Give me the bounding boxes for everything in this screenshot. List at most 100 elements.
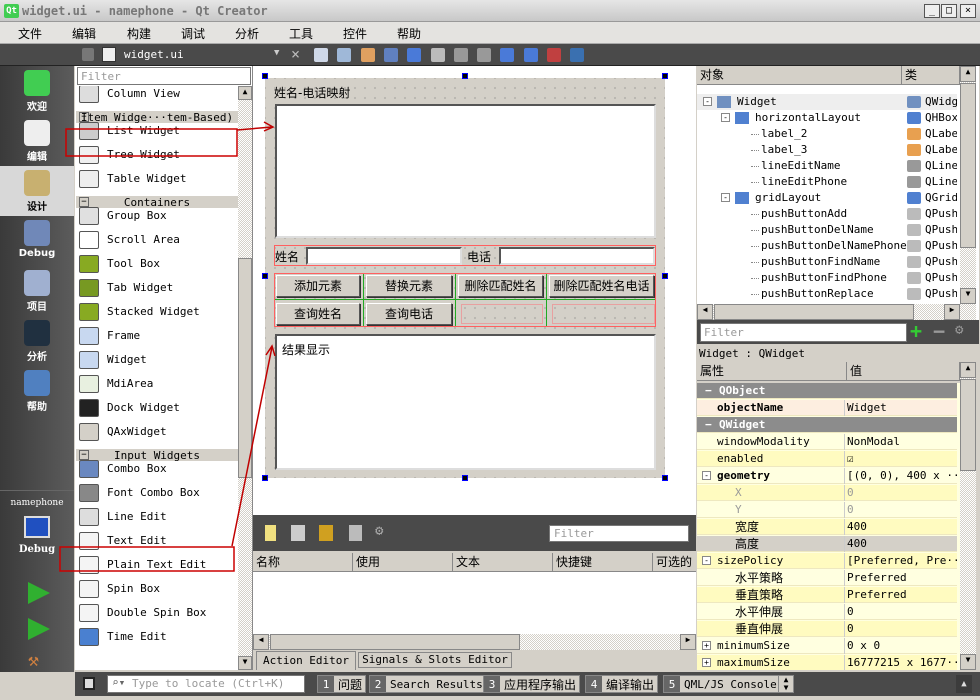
menu-item[interactable]: 分析 bbox=[235, 25, 259, 42]
edit-widgets-icon[interactable] bbox=[314, 48, 328, 62]
object-vscrollbar[interactable]: ▲ ▼ bbox=[960, 66, 976, 304]
column-class[interactable]: 类 bbox=[902, 66, 960, 85]
add-element-button[interactable]: 添加元素 bbox=[276, 275, 360, 297]
widget-item-list-widget[interactable]: List Widget bbox=[76, 119, 238, 143]
layout-v-splitter-icon[interactable] bbox=[477, 48, 492, 62]
property-row[interactable]: - geometry [(0, 0), 400 x ··· bbox=[697, 468, 957, 484]
widget-item-text-edit[interactable]: Text Edit bbox=[76, 529, 238, 553]
build-config-label[interactable]: Debug bbox=[0, 544, 74, 555]
tree-row[interactable]: lineEditPhone QLineEdit bbox=[697, 174, 957, 190]
find-phone-button[interactable]: 查询电话 bbox=[366, 303, 452, 325]
action-hscrollbar[interactable]: ◀ ▶ bbox=[253, 634, 696, 650]
property-value[interactable]: Preferred bbox=[847, 570, 957, 586]
tree-row[interactable]: pushButtonFindName QPushButton bbox=[697, 254, 957, 270]
output-tab-3[interactable]: 3 应用程序输出 bbox=[483, 675, 581, 693]
new-action-icon[interactable] bbox=[265, 525, 276, 541]
edit-tab-order-icon[interactable] bbox=[383, 48, 398, 62]
widget-item-stacked-widget[interactable]: Stacked Widget bbox=[76, 300, 238, 324]
tree-row[interactable]: pushButtonDelNamePhone QPushButton bbox=[697, 238, 957, 254]
debug-run-icon[interactable] bbox=[28, 618, 50, 640]
copy-action-icon[interactable] bbox=[291, 525, 305, 541]
list-widget[interactable] bbox=[275, 104, 656, 238]
property-value[interactable]: NonModal bbox=[847, 434, 957, 450]
property-row[interactable]: windowModality NonModal bbox=[697, 434, 957, 450]
expand-collapse-icon[interactable]: + bbox=[702, 641, 711, 650]
widget-item-table-widget[interactable]: Table Widget bbox=[76, 167, 238, 191]
scroll-down-icon[interactable]: ▼ bbox=[238, 656, 252, 670]
widget-item-tool-box[interactable]: Tool Box bbox=[76, 252, 238, 276]
edit-signals-slots-icon[interactable] bbox=[337, 48, 352, 62]
property-row[interactable]: 水平伸展 0 bbox=[697, 604, 957, 620]
scrollbar-thumb[interactable] bbox=[960, 379, 976, 471]
edit-buddies-icon[interactable] bbox=[360, 48, 375, 62]
menu-item[interactable]: 工具 bbox=[289, 25, 313, 42]
run-icon[interactable] bbox=[28, 582, 50, 604]
scrollbar-thumb[interactable] bbox=[960, 83, 976, 248]
layout-horizontal-icon[interactable] bbox=[407, 48, 422, 62]
expand-output-icon[interactable]: ▲ bbox=[956, 675, 972, 693]
column-object[interactable]: 对象 bbox=[697, 66, 902, 85]
close-file-button[interactable]: × bbox=[291, 45, 300, 63]
file-dropdown-chevron-icon[interactable]: ▼ bbox=[274, 48, 279, 58]
tree-row[interactable]: lineEditName QLineEdit bbox=[697, 158, 957, 174]
property-row[interactable]: + minimumSize 0 x 0 bbox=[697, 638, 957, 654]
selection-handle[interactable] bbox=[462, 475, 468, 481]
widget-item-tab-widget[interactable]: Tab Widget bbox=[76, 276, 238, 300]
paste-action-icon[interactable] bbox=[319, 525, 333, 541]
widget-item-combo-box[interactable]: Combo Box bbox=[76, 457, 238, 481]
widget-filter-input[interactable]: Filter bbox=[77, 67, 251, 85]
widget-item-spin-box[interactable]: Spin Box bbox=[76, 577, 238, 601]
remove-property-icon[interactable]: − bbox=[933, 320, 945, 342]
selection-handle[interactable] bbox=[462, 73, 468, 79]
scrollbar-thumb[interactable] bbox=[714, 304, 914, 320]
property-value[interactable]: 0 x 0 bbox=[847, 638, 957, 654]
property-row[interactable]: objectName Widget bbox=[697, 400, 957, 416]
layout-form-icon[interactable] bbox=[500, 48, 515, 62]
menu-item[interactable]: 文件 bbox=[18, 25, 42, 42]
scrollbar-thumb[interactable] bbox=[238, 258, 252, 478]
property-row[interactable]: X0 bbox=[697, 485, 957, 501]
scroll-right-icon[interactable]: ▶ bbox=[944, 304, 960, 320]
minimize-button[interactable]: _ bbox=[924, 4, 940, 18]
widget-item-dock-widget[interactable]: Dock Widget bbox=[76, 396, 238, 420]
build-hammer-icon[interactable]: ⚒ bbox=[28, 652, 50, 670]
tree-row[interactable]: - gridLayout QGridLayout bbox=[697, 190, 957, 206]
scroll-up-icon[interactable]: ▲ bbox=[960, 66, 976, 82]
tree-row[interactable]: - horizontalLayout QHBoxLayout bbox=[697, 110, 957, 126]
widget-item-widget[interactable]: Widget bbox=[76, 348, 238, 372]
computer-icon[interactable] bbox=[24, 516, 50, 538]
output-pane-switcher-icon[interactable]: ▲ ▼ bbox=[778, 675, 794, 693]
column-header[interactable]: 快捷键 bbox=[553, 553, 653, 572]
expand-collapse-icon[interactable]: + bbox=[702, 658, 711, 667]
selection-handle[interactable] bbox=[662, 73, 668, 79]
property-row[interactable]: 高度 400 bbox=[697, 536, 957, 552]
widget-item-frame[interactable]: Frame bbox=[76, 324, 238, 348]
result-text-edit[interactable]: 结果显示 bbox=[275, 334, 656, 470]
property-vscrollbar[interactable]: ▲ ▼ bbox=[960, 362, 976, 670]
selection-handle[interactable] bbox=[262, 475, 268, 481]
selection-handle[interactable] bbox=[662, 475, 668, 481]
menu-item[interactable]: 控件 bbox=[343, 25, 367, 42]
property-value[interactable]: 400 bbox=[847, 519, 957, 535]
locator-input[interactable]: ⌕▾ Type to locate (Ctrl+K) bbox=[107, 675, 305, 693]
property-value[interactable]: 0 bbox=[847, 485, 957, 501]
widget-item-column-view[interactable]: Column View bbox=[76, 86, 238, 106]
tree-row[interactable]: pushButtonDelName QPushButton bbox=[697, 222, 957, 238]
property-value[interactable]: [(0, 0), 400 x ··· bbox=[847, 468, 957, 484]
widget-item-mdiarea[interactable]: MdiArea bbox=[76, 372, 238, 396]
property-group[interactable]: − QObject bbox=[697, 383, 957, 399]
mode-6[interactable]: 帮助 bbox=[0, 366, 74, 416]
mode-3[interactable]: Debug bbox=[0, 216, 74, 266]
property-value[interactable]: 0 bbox=[847, 604, 957, 620]
output-tab-2[interactable]: 2 Search Results bbox=[369, 675, 487, 693]
property-row[interactable]: 宽度 400 bbox=[697, 519, 957, 535]
column-header[interactable]: 使用 bbox=[353, 553, 453, 572]
menu-item[interactable]: 编辑 bbox=[72, 25, 96, 42]
toggle-sidebar-icon[interactable] bbox=[83, 677, 95, 690]
property-value[interactable]: 0 bbox=[847, 621, 957, 637]
tab-action-editor[interactable]: Action Editor bbox=[256, 651, 356, 670]
property-row[interactable]: 垂直策略 Preferred bbox=[697, 587, 957, 603]
property-value[interactable]: ☑ bbox=[847, 451, 957, 467]
scrollbar-thumb[interactable] bbox=[270, 634, 520, 650]
column-header[interactable]: 可选的 bbox=[653, 553, 696, 572]
